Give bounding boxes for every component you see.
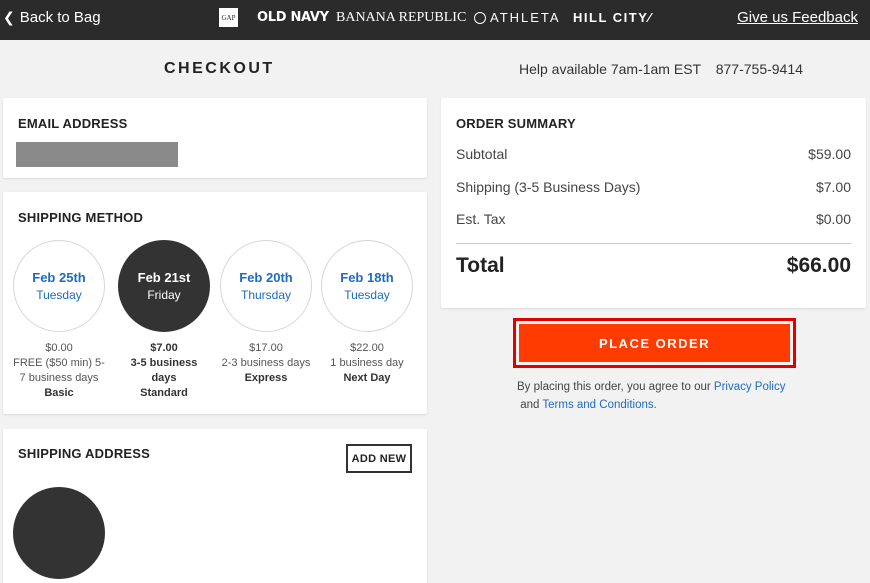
shipping-method-card: SHIPPING METHOD Feb 25th Tuesday $0.00 F… [3,192,427,414]
shipping-option-desc: 2-3 business days [221,357,311,369]
summary-row-value: $7.00 [815,179,851,195]
top-nav-bar: ❮ Back to Bag GAP OLD NAVY BANANA REPUBL… [0,0,870,40]
summary-row-value: $0.00 [815,211,851,227]
order-summary-heading: ORDER SUMMARY [456,116,576,131]
shipping-option-price: $22.00 [350,342,384,354]
shipping-option-circle[interactable]: Feb 25th Tuesday [13,240,105,332]
shipping-option-price: $0.00 [45,342,73,354]
shipping-option-weekday: Tuesday [36,288,82,302]
back-to-bag-label: Back to Bag [19,9,101,26]
summary-total: Total $66.00 [456,254,851,278]
help-phone[interactable]: 877-755-9414 [716,61,803,77]
shipping-option-desc: 1 business day [330,357,404,369]
email-redacted-value [16,142,178,167]
brand-old-navy[interactable]: OLD NAVY [257,10,329,25]
summary-total-value: $66.00 [786,254,851,277]
shipping-option-basic[interactable]: Feb 25th Tuesday $0.00 FREE ($50 min) 5-… [13,240,105,401]
shipping-option-name: Next Day [343,372,391,384]
order-agreement-text: By placing this order, you agree to our … [517,378,807,414]
summary-row-subtotal: Subtotal $59.00 [456,146,851,162]
terms-link[interactable]: Terms and Conditions. [542,399,656,411]
shipping-address-heading: SHIPPING ADDRESS [18,446,151,461]
privacy-policy-link[interactable]: Privacy Policy [714,381,786,393]
summary-row-value: $59.00 [808,146,851,162]
shipping-address-card: SHIPPING ADDRESS ADD NEW [3,429,427,583]
summary-total-label: Total [456,254,505,277]
shipping-option-circle-selected[interactable]: Feb 21st Friday [118,240,210,332]
shipping-option-standard[interactable]: Feb 21st Friday $7.00 3-5 business days … [118,240,210,401]
shipping-method-heading: SHIPPING METHOD [18,210,144,225]
brand-hill-city[interactable]: HILL CITY∕ [573,10,652,25]
shipping-option-express[interactable]: Feb 20th Thursday $17.00 2-3 business da… [220,240,312,386]
email-card: EMAIL ADDRESS [3,98,427,178]
shipping-option-next-day[interactable]: Feb 18th Tuesday $22.00 1 business day N… [321,240,413,386]
brand-athleta-label: ATHLETA [490,10,561,25]
shipping-option-weekday: Friday [147,288,181,302]
shipping-option-price: $7.00 [150,342,178,354]
agreement-prefix: By placing this order, you agree to our [517,381,711,393]
help-info: Help available 7am-1am EST 877-755-9414 [519,61,803,77]
shipping-option-date: Feb 25th [32,270,86,285]
athleta-logo-icon [474,11,486,24]
back-to-bag-link[interactable]: ❮ Back to Bag [3,9,101,26]
shipping-option-price: $17.00 [249,342,283,354]
page-title: CHECKOUT [164,60,275,77]
summary-divider [456,243,851,244]
order-summary-card: ORDER SUMMARY Subtotal $59.00 Shipping (… [441,98,866,308]
shipping-option-name: Standard [140,387,188,399]
summary-row-label: Est. Tax [456,211,506,227]
shipping-option-name: Express [244,372,288,384]
shipping-option-date: Feb 21st [137,270,191,285]
feedback-link[interactable]: Give us Feedback [737,9,858,26]
agreement-and: and [520,399,540,411]
summary-row-tax: Est. Tax $0.00 [456,211,851,227]
place-order-highlight: PLACE ORDER [513,318,796,368]
brand-banana-republic[interactable]: BANANA REPUBLIC [336,10,466,26]
brand-athleta[interactable]: ATHLETA [474,10,561,25]
shipping-option-desc: FREE ($50 min) 5-7 business days [13,357,105,384]
add-new-address-button[interactable]: ADD NEW [346,444,412,473]
shipping-option-weekday: Thursday [240,288,292,302]
shipping-option-circle[interactable]: Feb 20th Thursday [220,240,312,332]
shipping-option-date: Feb 18th [340,270,394,285]
email-heading: EMAIL ADDRESS [18,116,128,131]
shipping-option-date: Feb 20th [239,270,293,285]
summary-row-label: Shipping (3-5 Business Days) [456,179,641,195]
help-hours: Help available 7am-1am EST [519,61,701,77]
shipping-option-weekday: Tuesday [344,288,390,302]
place-order-button[interactable]: PLACE ORDER [519,324,790,362]
address-avatar-redacted [13,487,105,579]
shipping-option-name: Basic [44,387,74,399]
summary-row-shipping: Shipping (3-5 Business Days) $7.00 [456,179,851,195]
summary-row-label: Subtotal [456,146,508,162]
chevron-left-icon: ❮ [3,9,15,25]
shipping-option-circle[interactable]: Feb 18th Tuesday [321,240,413,332]
brand-gap-logo[interactable]: GAP [219,8,238,27]
shipping-option-desc: 3-5 business days [130,357,198,384]
